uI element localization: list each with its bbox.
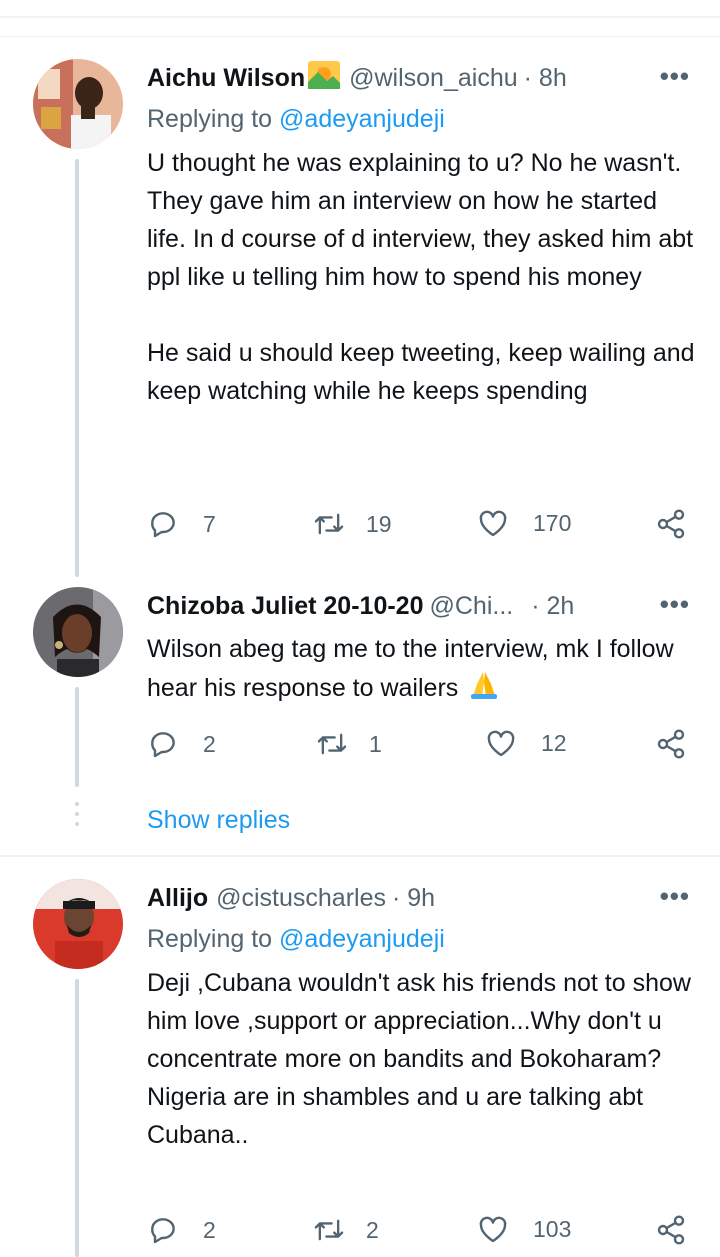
timestamp[interactable]: · 8h bbox=[524, 64, 567, 93]
more-options-icon[interactable]: ••• bbox=[660, 881, 690, 912]
tweet-actions: 2 1 12 bbox=[147, 728, 692, 764]
tweet-header: Aichu Wilson @wilson_aichu · 8h ••• bbox=[147, 60, 690, 97]
display-name[interactable]: Aichu Wilson bbox=[147, 64, 305, 93]
reply-icon bbox=[151, 732, 175, 758]
tweet-text: Deji ,Cubana wouldn't ask his friends no… bbox=[147, 964, 697, 1154]
retweet-icon bbox=[317, 733, 347, 755]
timestamp[interactable]: · 9h bbox=[392, 884, 435, 913]
tweet-header: Chizoba Juliet 20-10-20 @Chi... · 2h ••• bbox=[147, 589, 690, 623]
share-icon bbox=[657, 729, 685, 759]
tweet-actions: 7 19 170 bbox=[147, 508, 692, 544]
reply-count: 2 bbox=[203, 1216, 216, 1243]
handle[interactable]: @Chi... bbox=[429, 592, 513, 621]
replying-to: Replying to @adeyanjudeji bbox=[147, 925, 445, 954]
retweet-count: 1 bbox=[369, 730, 382, 757]
reply-count: 2 bbox=[203, 730, 216, 757]
tweet-text: U thought he was explaining to u? No he … bbox=[147, 144, 697, 410]
like-count: 12 bbox=[541, 729, 567, 756]
tweet-paragraph: Deji ,Cubana wouldn't ask his friends no… bbox=[147, 969, 691, 1149]
display-name[interactable]: Chizoba Juliet 20-10-20 bbox=[147, 592, 423, 621]
replying-to: Replying to @adeyanjudeji bbox=[147, 105, 445, 134]
more-options-icon[interactable]: ••• bbox=[660, 61, 690, 92]
like-count: 170 bbox=[533, 509, 572, 536]
show-replies-link[interactable]: Show replies bbox=[147, 806, 290, 835]
thread-line bbox=[75, 687, 79, 787]
tweet-actions: 2 2 103 bbox=[147, 1214, 692, 1250]
handle[interactable]: @cistuscharles bbox=[216, 884, 386, 913]
mention-link[interactable]: @adeyanjudeji bbox=[279, 105, 445, 133]
folded-hands-emoji-icon bbox=[467, 668, 501, 711]
more-options-icon[interactable]: ••• bbox=[660, 589, 690, 620]
thread-line bbox=[75, 159, 79, 577]
reply-count: 7 bbox=[203, 510, 216, 537]
reply-button[interactable]: 7 bbox=[147, 508, 216, 540]
retweet-icon bbox=[314, 513, 344, 535]
avatar[interactable] bbox=[33, 587, 123, 677]
like-button[interactable]: 103 bbox=[477, 1214, 571, 1244]
top-divider bbox=[0, 16, 720, 18]
thread-gap-dots bbox=[75, 802, 79, 832]
handle[interactable]: @wilson_aichu bbox=[349, 64, 518, 93]
replying-label: Replying to bbox=[147, 105, 273, 133]
retweet-button[interactable]: 19 bbox=[312, 508, 392, 540]
retweet-icon bbox=[314, 1219, 344, 1241]
retweet-button[interactable]: 2 bbox=[312, 1214, 379, 1246]
replying-label: Replying to bbox=[147, 925, 273, 953]
reply-icon bbox=[151, 1218, 175, 1244]
avatar[interactable] bbox=[33, 59, 123, 149]
heart-icon bbox=[479, 510, 507, 537]
display-name[interactable]: Allijo bbox=[147, 884, 208, 913]
like-button[interactable]: 170 bbox=[477, 508, 571, 538]
tweet-text: Wilson abeg tag me to the interview, mk … bbox=[147, 630, 697, 711]
share-button[interactable] bbox=[655, 508, 687, 540]
retweet-button[interactable]: 1 bbox=[315, 728, 382, 760]
thread-line bbox=[75, 979, 79, 1257]
reply-button[interactable]: 2 bbox=[147, 728, 216, 760]
reply-icon bbox=[151, 512, 175, 538]
share-button[interactable] bbox=[655, 728, 687, 760]
share-button[interactable] bbox=[655, 1214, 687, 1246]
retweet-count: 2 bbox=[366, 1216, 379, 1243]
tweet-paragraph: U thought he was explaining to u? No he … bbox=[147, 149, 694, 291]
timestamp[interactable]: · 2h bbox=[531, 592, 574, 621]
tweet-header: Allijo @cistuscharles · 9h ••• bbox=[147, 881, 690, 915]
like-button[interactable]: 12 bbox=[485, 728, 567, 758]
avatar[interactable] bbox=[33, 879, 123, 969]
tweet-paragraph: Wilson abeg tag me to the interview, mk … bbox=[147, 635, 674, 703]
top-divider-2 bbox=[0, 36, 720, 37]
mention-link[interactable]: @adeyanjudeji bbox=[279, 925, 445, 953]
heart-icon bbox=[487, 730, 515, 757]
share-icon bbox=[657, 509, 685, 539]
section-divider bbox=[0, 855, 720, 857]
like-count: 103 bbox=[533, 1215, 572, 1242]
share-icon bbox=[657, 1215, 685, 1245]
sunrise-emoji-icon bbox=[307, 60, 341, 97]
heart-icon bbox=[479, 1216, 507, 1243]
tweet-paragraph: He said u should keep tweeting, keep wai… bbox=[147, 339, 695, 405]
retweet-count: 19 bbox=[366, 510, 392, 537]
reply-button[interactable]: 2 bbox=[147, 1214, 216, 1246]
